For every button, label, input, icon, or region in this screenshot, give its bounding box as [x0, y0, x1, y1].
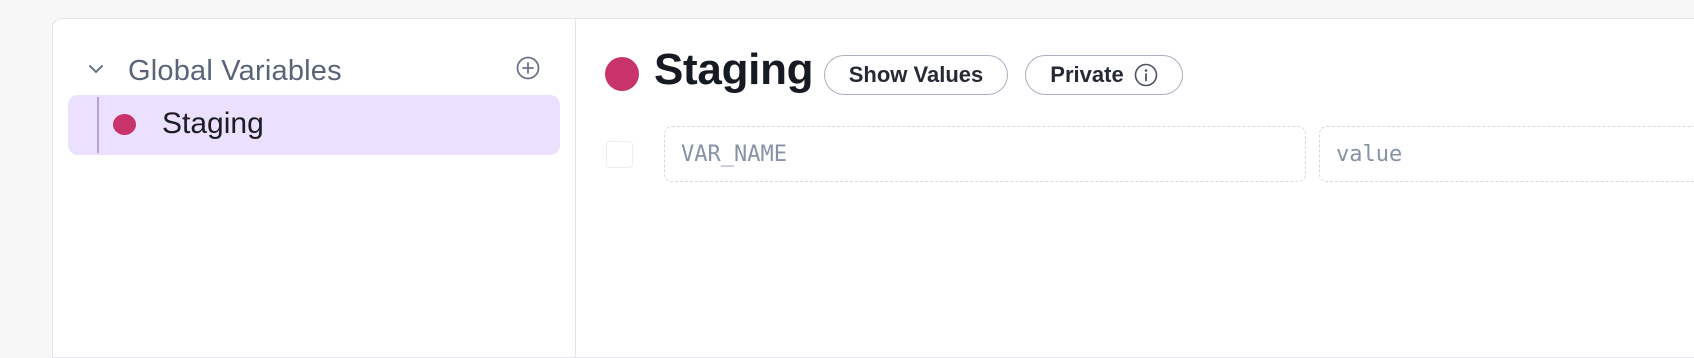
- sidebar-item-staging[interactable]: Staging: [68, 95, 560, 155]
- environment-color-dot[interactable]: [605, 57, 639, 91]
- variable-value-input[interactable]: [1319, 126, 1694, 182]
- show-values-button[interactable]: Show Values: [824, 55, 1008, 95]
- environment-title[interactable]: Staging: [654, 45, 814, 95]
- tree-guide-line: [97, 97, 99, 153]
- sidebar-section-header: Global Variables: [53, 49, 576, 89]
- private-toggle-button[interactable]: Private: [1025, 55, 1183, 95]
- add-environment-icon[interactable]: [515, 55, 541, 81]
- environment-editor: Staging Show Values Private: [576, 19, 1694, 357]
- environment-color-dot: [113, 114, 136, 135]
- sidebar: Global Variables Staging: [53, 19, 576, 357]
- info-icon: [1134, 63, 1158, 87]
- variable-enabled-checkbox[interactable]: [606, 141, 633, 168]
- chevron-down-icon[interactable]: [85, 58, 107, 80]
- variable-name-input[interactable]: [664, 126, 1306, 182]
- sidebar-section-title: Global Variables: [128, 55, 342, 87]
- app-window: Global Variables Staging Staging Show Va…: [52, 18, 1694, 358]
- private-label: Private: [1050, 62, 1124, 87]
- sidebar-item-label: Staging: [162, 107, 264, 140]
